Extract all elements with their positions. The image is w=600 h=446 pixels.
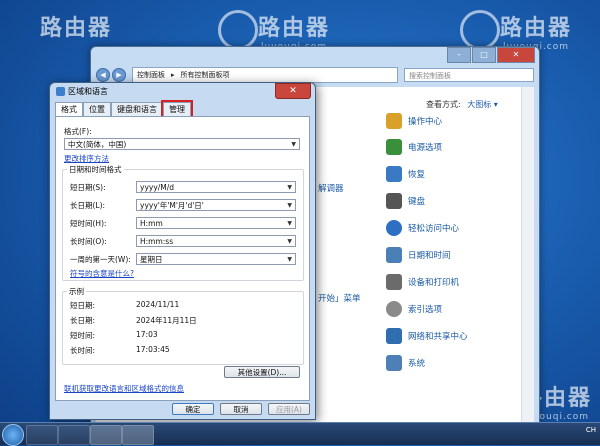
examples-group-label: 示例: [67, 286, 86, 297]
dialog-tabs: 格式 位置 键盘和语言 管理: [55, 100, 193, 118]
cp-item-power-options[interactable]: 电源选项: [386, 139, 442, 155]
format-label: 格式(F):: [64, 127, 92, 136]
cp-item-keyboard[interactable]: 键盘: [386, 193, 425, 209]
example-short-time-label: 短时间:: [70, 331, 96, 340]
taskbar-explorer-icon[interactable]: [26, 425, 58, 445]
search-index-icon: [386, 301, 402, 317]
view-by-label: 查看方式:: [426, 100, 461, 109]
chevron-down-icon: ▼: [287, 256, 292, 263]
ok-button[interactable]: 确定: [172, 403, 214, 415]
keyboard-icon: [386, 193, 402, 209]
view-by: 查看方式: 大图标 ▾: [426, 99, 498, 110]
watermark-name: 路由器: [258, 16, 331, 41]
taskbar-control-panel-icon[interactable]: [90, 425, 122, 445]
breadcrumb-separator: ▸: [171, 71, 175, 79]
cp-left-item-start-menu[interactable]: 开始」菜单: [318, 292, 361, 304]
tab-formats[interactable]: 格式: [55, 102, 83, 117]
formats-panel: 格式(F): 中文(简体，中国) ▼ 更改排序方法 日期和时间格式 短日期(S):…: [55, 116, 310, 401]
tab-keyboards-languages[interactable]: 键盘和语言: [111, 102, 163, 116]
globe-icon: [56, 87, 65, 96]
example-short-date-label: 短日期:: [70, 301, 96, 310]
printer-icon: [386, 274, 402, 290]
chevron-down-icon: ▼: [291, 141, 296, 148]
chevron-down-icon: ▼: [287, 238, 292, 245]
network-icon: [386, 328, 402, 344]
examples-group: 示例: [62, 286, 304, 365]
cancel-button[interactable]: 取消: [220, 403, 262, 415]
taskbar: CH: [0, 422, 600, 446]
breadcrumb-all-items[interactable]: 所有控制面板项: [181, 70, 230, 80]
start-button[interactable]: [2, 424, 24, 446]
apply-button[interactable]: 应用(A): [268, 403, 310, 415]
date-time-group-label: 日期和时间格式: [67, 164, 124, 175]
cp-item-date-time[interactable]: 日期和时间: [386, 247, 451, 263]
change-sort-link[interactable]: 更改排序方法: [64, 153, 109, 164]
long-date-select[interactable]: yyyy'年'M'月'd'日' ▼: [136, 199, 296, 211]
tab-administrative[interactable]: 管理: [161, 100, 193, 118]
address-bar[interactable]: 控制面板 ▸ 所有控制面板项: [132, 67, 398, 83]
dialog-title: 区域和语言: [56, 86, 108, 97]
online-info-link[interactable]: 联机获取更改语言和区域格式的信息: [64, 383, 184, 394]
cp-item-devices-printers[interactable]: 设备和打印机: [386, 274, 459, 290]
chevron-down-icon: ▼: [287, 220, 292, 227]
long-time-select[interactable]: H:mm:ss ▼: [136, 235, 296, 247]
computer-icon: [386, 355, 402, 371]
calendar-clock-icon: [386, 247, 402, 263]
search-input[interactable]: 搜索控制面板: [404, 68, 534, 82]
symbol-meaning-link[interactable]: 符号的含意是什么?: [70, 268, 134, 279]
short-date-label: 短日期(S):: [70, 183, 106, 192]
example-short-date-value: 2024/11/11: [136, 300, 180, 309]
recovery-icon: [386, 166, 402, 182]
minimize-button[interactable]: –: [447, 47, 471, 63]
cp-item-recovery[interactable]: 恢复: [386, 166, 425, 182]
router-logo-icon: [460, 10, 500, 50]
router-logo-icon: [218, 10, 258, 50]
example-long-date-value: 2024年11月11日: [136, 316, 197, 325]
cp-left-item-modem[interactable]: 解调器: [318, 182, 344, 194]
power-icon: [386, 139, 402, 155]
cp-item-network-sharing[interactable]: 网络和共享中心: [386, 328, 468, 344]
first-day-label: 一周的第一天(W):: [70, 255, 131, 264]
breadcrumb-control-panel[interactable]: 控制面板: [137, 70, 165, 80]
close-button[interactable]: ✕: [497, 47, 535, 63]
dialog-close-button[interactable]: ✕: [275, 83, 311, 99]
watermark-top-left: 路由器: [40, 10, 112, 42]
system-tray[interactable]: CH: [586, 426, 596, 434]
vertical-scrollbar[interactable]: [521, 87, 534, 427]
short-time-label: 短时间(H):: [70, 219, 107, 228]
short-date-select[interactable]: yyyy/M/d ▼: [136, 181, 296, 193]
view-by-dropdown[interactable]: 大图标 ▾: [467, 100, 498, 109]
back-icon[interactable]: ◀: [96, 68, 110, 82]
long-date-label: 长日期(L):: [70, 201, 106, 210]
address-bar-row: ◀ ▶ 控制面板 ▸ 所有控制面板项 搜索控制面板: [96, 67, 534, 83]
example-long-time-value: 17:03:45: [136, 345, 170, 354]
first-day-select[interactable]: 星期日 ▼: [136, 253, 296, 265]
flag-icon: [386, 113, 402, 129]
taskbar-region-icon[interactable]: [122, 425, 154, 445]
additional-settings-button[interactable]: 其他设置(D)...: [224, 366, 300, 378]
maximize-button[interactable]: □: [472, 47, 496, 63]
long-time-label: 长时间(O):: [70, 237, 107, 246]
cp-item-indexing-options[interactable]: 索引选项: [386, 301, 442, 317]
chevron-down-icon: ▼: [287, 184, 292, 191]
tab-location[interactable]: 位置: [83, 102, 111, 116]
example-short-time-value: 17:03: [136, 330, 158, 339]
window-controls: – □ ✕: [446, 47, 535, 63]
region-language-dialog: 区域和语言 ✕ 格式 位置 键盘和语言 管理 格式(F): 中文(简体，中国) ▼…: [49, 82, 316, 420]
example-long-time-label: 长时间:: [70, 346, 96, 355]
format-select[interactable]: 中文(简体，中国) ▼: [64, 138, 300, 150]
example-long-date-label: 长日期:: [70, 316, 96, 325]
cp-item-ease-of-access[interactable]: 轻松访问中心: [386, 220, 459, 236]
taskbar-media-icon[interactable]: [58, 425, 90, 445]
short-time-select[interactable]: H:mm ▼: [136, 217, 296, 229]
accessibility-icon: [386, 220, 402, 236]
watermark-name: 路由器: [40, 16, 113, 41]
cp-item-action-center[interactable]: 操作中心: [386, 113, 442, 129]
forward-icon[interactable]: ▶: [112, 68, 126, 82]
watermark-name: 路由器: [500, 16, 573, 41]
chevron-down-icon: ▼: [287, 202, 292, 209]
cp-item-system[interactable]: 系统: [386, 355, 425, 371]
